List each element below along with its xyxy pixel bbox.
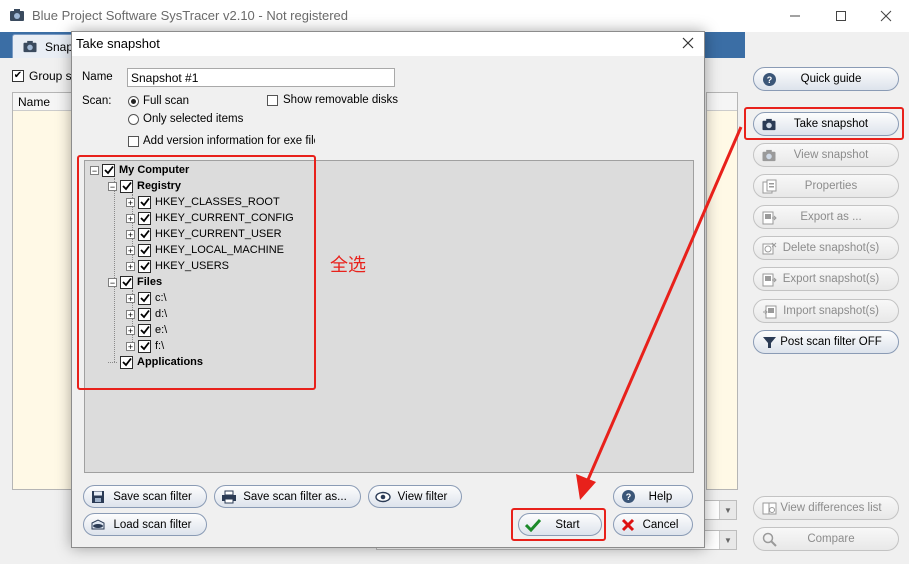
annotation-arrow bbox=[576, 126, 743, 500]
